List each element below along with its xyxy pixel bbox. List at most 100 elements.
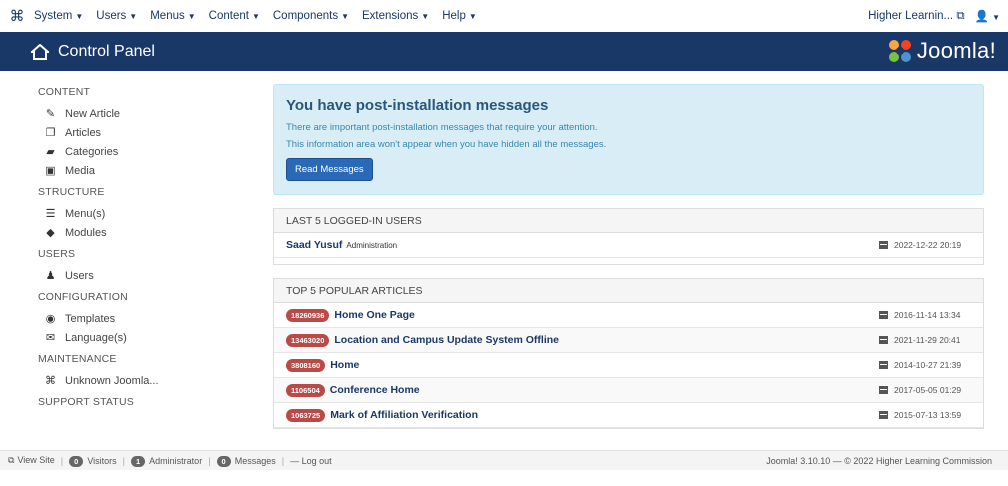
users-icon: ♟: [45, 270, 56, 282]
divider: |: [281, 455, 285, 466]
menu-menus[interactable]: Menus ▼: [150, 10, 195, 22]
menu-menus-label: Menus: [150, 10, 185, 22]
panel-heading: TOP 5 POPULAR ARTICLES: [274, 279, 983, 303]
status-bar: ⧉ View Site | 0 Visitors | 1 Administrator …: [0, 450, 1008, 470]
caret-down-icon: ▼: [992, 13, 1000, 22]
sidebar-heading: SUPPORT STATUS: [38, 396, 134, 408]
sidebar-item-unknown-joomla[interactable]: ⌘ Unknown Joomla...: [38, 371, 238, 390]
sidebar-group-users: USERS ♟ Users: [38, 248, 238, 285]
view-site-link[interactable]: ⧉ View Site: [8, 455, 55, 466]
sidebar-item-label: Modules: [65, 226, 107, 239]
page-title: Control Panel: [58, 42, 155, 60]
menu-extensions-label: Extensions: [362, 10, 419, 22]
sidebar-heading: STRUCTURE: [38, 186, 105, 198]
menu-components[interactable]: Components ▼: [273, 10, 349, 22]
menu-system[interactable]: System ▼: [34, 10, 83, 22]
table-row: 13463020 Location and Campus Update Syst…: [274, 328, 983, 353]
date-text: 2017-05-05 01:29: [894, 385, 962, 395]
menu-content-label: Content: [208, 10, 249, 22]
table-row: 3808160 Home 2014-10-27 21:39: [274, 353, 983, 378]
table-row: 1106504 Conference Home 2017-05-05 01:29: [274, 378, 983, 403]
sidebar-item-categories[interactable]: ▰ Categories: [38, 142, 238, 161]
caret-down-icon: ▼: [341, 12, 350, 21]
user-name-link[interactable]: Saad Yusuf Administration: [286, 239, 397, 251]
brand-text: Joomla!: [916, 38, 996, 63]
sidebar-item-label: Media: [65, 164, 95, 177]
divider: |: [122, 455, 125, 466]
article-link[interactable]: Home One Page: [334, 309, 415, 321]
caret-down-icon: ▼: [129, 12, 138, 21]
joomla-menu-icon[interactable]: ⌘: [0, 7, 34, 25]
hits-badge: 1106504: [286, 383, 325, 397]
version-info: Joomla! 3.10.10 — © 2022 Higher Learning…: [766, 455, 992, 466]
sidebar-heading: CONFIGURATION: [38, 291, 128, 303]
hits-badge: 1063725: [286, 408, 326, 422]
external-link-icon: ⧉: [8, 455, 15, 465]
menu-users[interactable]: Users ▼: [96, 10, 137, 22]
article-link[interactable]: Mark of Affiliation Verification: [330, 409, 478, 421]
main-menu: System ▼ Users ▼ Menus ▼ Content ▼ Component…: [34, 10, 490, 22]
panel-footer-gap: [274, 258, 983, 264]
sidebar-group-configuration: CONFIGURATION ◉ Templates ✉ Language(s): [38, 291, 238, 347]
visitors-count-badge: 0: [69, 455, 84, 467]
menu-content[interactable]: Content ▼: [209, 10, 260, 22]
calendar-icon: [879, 361, 888, 369]
row-date: 2016-11-14 13:34: [879, 310, 960, 320]
sidebar-item-articles[interactable]: ❐ Articles: [38, 123, 238, 142]
sidebar-item-label: Users: [65, 269, 94, 282]
article-link[interactable]: Conference Home: [330, 384, 420, 396]
sidebar-item-templates[interactable]: ◉ Templates: [38, 309, 238, 328]
read-messages-button[interactable]: Read Messages: [286, 158, 373, 181]
caret-down-icon: ▼: [421, 12, 430, 21]
menu-extensions[interactable]: Extensions ▼: [362, 10, 429, 22]
caret-down-icon: ▼: [468, 12, 477, 21]
menu-help-label: Help: [442, 10, 466, 22]
top-navbar: ⌘ System ▼ Users ▼ Menus ▼ Content ▼ Compone…: [0, 0, 1008, 32]
admin-status[interactable]: 1 Administrator: [131, 455, 202, 467]
sidebar-item-languages[interactable]: ✉ Language(s): [38, 328, 238, 347]
date-text: 2021-11-29 20:41: [894, 335, 961, 345]
table-row: 1063725 Mark of Affiliation Verification…: [274, 403, 983, 428]
site-name-link[interactable]: Higher Learnin... ⧉: [868, 10, 964, 23]
folder-icon: ▰: [46, 146, 55, 158]
cube-icon: ◆: [46, 227, 55, 239]
article-link[interactable]: Location and Campus Update System Offlin…: [334, 334, 559, 346]
messages-status[interactable]: 0 Messages: [216, 455, 276, 467]
sidebar-item-users[interactable]: ♟ Users: [38, 266, 238, 285]
sidebar-item-menus[interactable]: ☰ Menu(s): [38, 204, 238, 223]
calendar-icon: [879, 311, 888, 319]
sidebar-heading: CONTENT: [38, 86, 91, 98]
user-menu[interactable]: 👤 ▼: [975, 9, 1000, 23]
logout-link[interactable]: — Log out: [290, 456, 332, 466]
home-icon: [31, 43, 49, 60]
sidebar-group-content: CONTENT ✎ New Article ❐ Articles ▰ Categori…: [38, 86, 238, 180]
sidebar-item-label: New Article: [65, 107, 121, 120]
menu-help[interactable]: Help ▼: [442, 10, 477, 22]
topbar-right: Higher Learnin... ⧉ 👤 ▼: [868, 0, 1000, 32]
site-name-label: Higher Learnin...: [868, 9, 954, 22]
sidebar-item-media[interactable]: ▣ Media: [38, 161, 238, 180]
article-link[interactable]: Home: [330, 359, 359, 371]
row-date: 2022-12-22 20:19: [879, 240, 961, 250]
comments-icon: ✉: [45, 332, 56, 344]
messages-label: Messages: [234, 455, 276, 466]
date-text: 2016-11-14 13:34: [894, 310, 961, 320]
joomla-brand: Joomla!: [887, 38, 996, 64]
list-icon: ☰: [45, 208, 56, 220]
visitors-status[interactable]: 0 Visitors: [69, 455, 117, 467]
messages-count-badge: 0: [216, 455, 231, 467]
eye-icon: ◉: [45, 313, 56, 325]
menu-components-label: Components: [272, 10, 339, 22]
sidebar-item-label: Categories: [65, 145, 119, 158]
sidebar-item-label: Templates: [65, 312, 116, 325]
menu-users-label: Users: [96, 10, 127, 22]
sidebar-item-modules[interactable]: ◆ Modules: [38, 223, 238, 242]
sidebar-item-new-article[interactable]: ✎ New Article: [38, 104, 238, 123]
hits-badge: 18260936: [286, 308, 330, 322]
sidebar-group-maintenance: MAINTENANCE ⌘ Unknown Joomla...: [38, 353, 238, 390]
hits-badge: 3808160: [286, 358, 326, 372]
copy-icon: ❐: [45, 127, 56, 139]
sidebar-group-structure: STRUCTURE ☰ Menu(s) ◆ Modules: [38, 186, 238, 242]
logged-users-list: Saad Yusuf Administration 2022-12-22 20:1…: [274, 233, 983, 258]
post-install-alert: You have post-installation messages Ther…: [273, 84, 984, 195]
